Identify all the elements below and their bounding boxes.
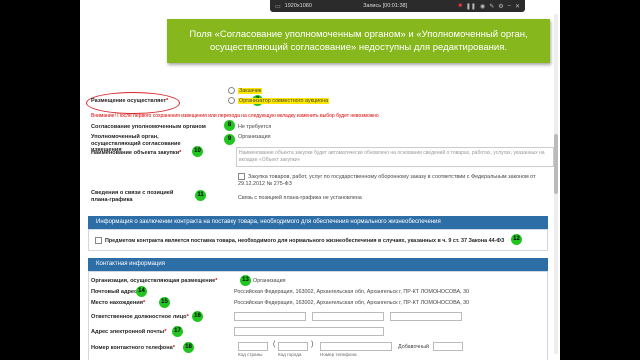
- monitor-icon: ▭: [275, 3, 281, 10]
- phone-city-caption: Код города: [278, 352, 302, 357]
- radio-icon[interactable]: [228, 87, 235, 94]
- approval-value: Не требуется: [238, 124, 272, 130]
- screen-content: ▭ 1920x1080 Запись [00:01:38] ■ ❚❚ ◉ ✎ ⚙…: [80, 0, 560, 360]
- contract-section-header: Информация о заключении контракта на пос…: [88, 216, 548, 229]
- postal-label: Почтовый адрес*: [91, 289, 139, 295]
- email-label: Адрес электронной почты*: [91, 329, 167, 335]
- checkbox-icon[interactable]: [238, 173, 245, 180]
- postal-value: Российская Федерация, 163002, Архангельс…: [234, 289, 470, 295]
- pen-icon[interactable]: ✎: [489, 3, 494, 10]
- banner-text: Поля «Согласование уполномоченным органо…: [189, 29, 528, 53]
- step-badge-15: 15: [159, 297, 170, 308]
- placement-option-organizer[interactable]: Организатор совместного аукциона: [228, 97, 330, 104]
- location-label: Место нахождения*: [91, 300, 146, 306]
- phone-ext-input[interactable]: [433, 342, 463, 351]
- close-paren: ): [311, 341, 314, 348]
- phone-label: Номер контактного телефона*: [91, 345, 175, 351]
- contract-section-panel: Предметом контракта является поставка то…: [88, 229, 548, 251]
- step-badge-17: 17: [172, 326, 183, 337]
- phone-ext-label: Добавочный: [398, 344, 430, 350]
- approval-label: Согласование уполномоченным органом: [91, 124, 206, 130]
- step-badge-18: 18: [183, 342, 194, 353]
- first-name-input[interactable]: [312, 312, 384, 321]
- recorder-status: Запись [00:01:38]: [363, 3, 408, 9]
- step-badge-9: 9: [224, 134, 235, 145]
- location-value: Российская Федерация, 163002, Архангельс…: [234, 300, 470, 306]
- contact-section-header: Контактная информация: [88, 258, 548, 271]
- step-badge-13: 13: [240, 275, 251, 286]
- minimize-icon[interactable]: –: [508, 3, 511, 9]
- plan-value: Связь с позицией плана-графика не устано…: [238, 195, 362, 201]
- step-badge-12: 12: [511, 234, 522, 245]
- org-label: Организация, осуществляющая размещение*: [91, 278, 218, 284]
- step-badge-14: 14: [136, 286, 147, 297]
- pause-icon[interactable]: ❚❚: [466, 3, 476, 10]
- close-icon[interactable]: ✕: [515, 3, 520, 10]
- open-paren: (: [273, 341, 276, 348]
- placement-label: Размещение осуществляет*: [91, 98, 169, 104]
- responsible-label: Ответственное должностное лицо*: [91, 314, 189, 320]
- scrollbar-thumb[interactable]: [554, 134, 558, 194]
- org-value: Организация: [253, 278, 286, 284]
- step-badge-16: 16: [192, 311, 203, 322]
- recorder-resolution: 1920x1080: [284, 3, 312, 9]
- gov-defense-option[interactable]: Закупка товаров, работ, услуг по государ…: [238, 173, 538, 188]
- middle-name-input[interactable]: [390, 312, 462, 321]
- placement-option-customer[interactable]: Заказчик: [228, 87, 263, 94]
- phone-country-input[interactable]: [238, 342, 268, 351]
- phone-number-caption: Номер телефона: [320, 352, 357, 357]
- checkbox-icon[interactable]: [95, 237, 102, 244]
- settings-icon[interactable]: ⚙: [498, 3, 503, 10]
- step-badge-11: 11: [195, 190, 206, 201]
- auth-org-value: Организация: [238, 134, 271, 140]
- camera-icon[interactable]: ◉: [480, 3, 485, 10]
- phone-number-input[interactable]: [320, 342, 392, 351]
- life-support-option[interactable]: Предметом контракта является поставка то…: [95, 237, 504, 244]
- phone-city-input[interactable]: [278, 342, 308, 351]
- step-badge-10: 10: [192, 146, 203, 157]
- phone-country-caption: Код страны: [238, 352, 263, 357]
- screen-recorder-bar: ▭ 1920x1080 Запись [00:01:38] ■ ❚❚ ◉ ✎ ⚙…: [270, 0, 525, 12]
- scrollbar[interactable]: [554, 14, 558, 354]
- placement-warning: Внимание! После первого сохранения извещ…: [91, 113, 379, 119]
- purchase-name-label: Наименование объекта закупки*: [91, 150, 182, 156]
- plan-label: Сведения о связи с позицией плана-график…: [91, 190, 174, 203]
- stop-icon[interactable]: ■: [458, 3, 462, 9]
- step-badge-8: 8: [224, 120, 235, 131]
- email-input[interactable]: [234, 327, 384, 336]
- purchase-name-textarea[interactable]: Наименование объекта закупки будет автом…: [236, 147, 554, 167]
- info-banner: Поля «Согласование уполномоченным органо…: [167, 19, 550, 63]
- radio-icon[interactable]: [228, 97, 235, 104]
- last-name-input[interactable]: [234, 312, 306, 321]
